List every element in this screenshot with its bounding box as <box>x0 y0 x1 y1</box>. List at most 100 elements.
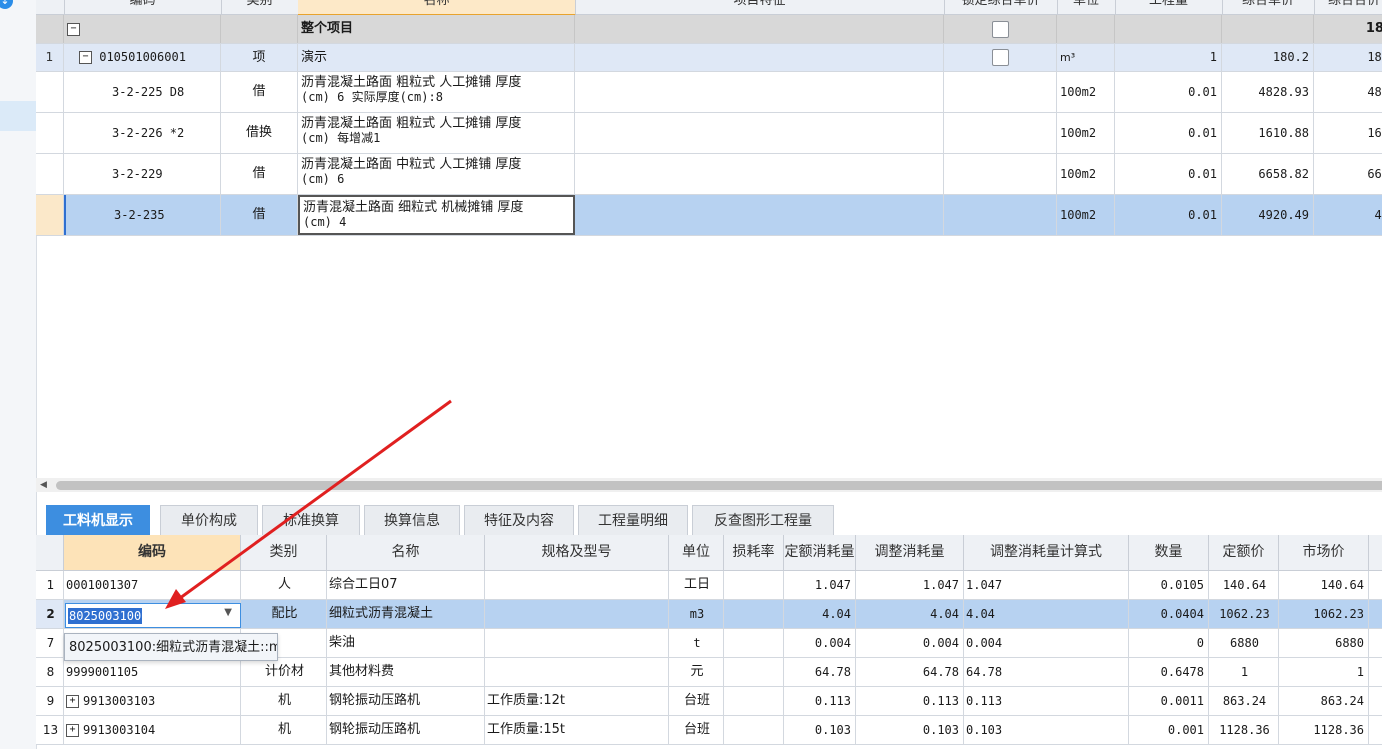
table-row[interactable]: 3-2-226 *2 借换 沥青混凝土路面 粗粒式 人工摊铺 厚度 (cm) 每增… <box>36 113 1382 154</box>
resource-code[interactable]: +9913003104 <box>64 716 241 744</box>
header-type[interactable]: 类别 <box>221 0 299 14</box>
item-qty[interactable]: 0.01 <box>1115 154 1222 194</box>
table-row[interactable]: 9 +9913003103 机 钢轮振动压路机 工作质量:12t 台班 0.11… <box>36 687 1382 716</box>
scroll-left-icon[interactable]: ◀ <box>40 480 47 490</box>
header-unit-price[interactable]: 综合单价 <box>1222 0 1315 14</box>
resource-unit[interactable]: 元 <box>669 658 724 686</box>
header-type[interactable]: 类别 <box>241 535 327 570</box>
resource-loss-rate[interactable] <box>724 716 784 744</box>
table-row[interactable]: 13 +9913003104 机 钢轮振动压路机 工作质量:15t 台班 0.1… <box>36 716 1382 745</box>
header-qty[interactable]: 工程量 <box>1115 0 1223 14</box>
resource-loss-rate[interactable] <box>724 600 784 628</box>
tree-expand-icon[interactable]: + <box>66 695 79 708</box>
item-qty[interactable]: 0.01 <box>1115 195 1222 235</box>
item-code[interactable]: 3-2-235 <box>64 195 221 235</box>
resource-name[interactable]: 柴油 <box>327 629 485 657</box>
resource-unit[interactable]: 工日 <box>669 571 724 599</box>
item-code[interactable]: 3-2-226 *2 <box>64 113 221 153</box>
header-adjusted-consumption[interactable]: 调整消耗量 <box>856 535 964 570</box>
table-row[interactable]: 1 0001001307 人 综合工日07 工日 1.047 1.047 1.0… <box>36 571 1382 600</box>
resource-market-price[interactable]: 140.64 <box>1279 571 1369 599</box>
resource-spec[interactable] <box>485 629 669 657</box>
tab-reverse-graphic-quantity[interactable]: 反查图形工程量 <box>692 505 834 535</box>
tab-quantity-details[interactable]: 工程量明细 <box>578 505 688 535</box>
resource-unit[interactable]: m3 <box>669 600 724 628</box>
resource-spec[interactable]: 工作质量:12t <box>485 687 669 715</box>
horizontal-scrollbar[interactable]: ◀ <box>36 478 1382 492</box>
resource-code[interactable]: 9999001105 <box>64 658 241 686</box>
resource-formula[interactable]: 64.78 <box>964 658 1129 686</box>
item-code[interactable]: 3-2-229 <box>64 154 221 194</box>
header-feature[interactable]: 项目特征 <box>575 0 945 14</box>
lock-price-checkbox[interactable] <box>944 15 1057 43</box>
scrollbar-thumb[interactable] <box>56 481 1382 490</box>
item-name[interactable]: 沥青混凝土路面 粗粒式 人工摊铺 厚度 (cm) 6 实际厚度(cm):8 <box>298 72 575 112</box>
header-loss-rate[interactable]: 损耗率 <box>724 535 784 570</box>
whole-project-row[interactable]: − 整个项目 180 <box>36 15 1382 44</box>
tab-standard-conversion[interactable]: 标准换算 <box>262 505 360 535</box>
header-code[interactable]: 编码 <box>64 0 222 14</box>
header-name[interactable]: 名称 <box>298 0 576 16</box>
header-spec[interactable]: 规格及型号 <box>485 535 669 570</box>
resource-spec[interactable] <box>485 600 669 628</box>
item-name[interactable]: 沥青混凝土路面 粗粒式 人工摊铺 厚度 (cm) 每增减1 <box>298 113 575 153</box>
resource-formula[interactable]: 4.04 <box>964 600 1129 628</box>
item-name-editing[interactable]: 沥青混凝土路面 细粒式 机械摊铺 厚度 (cm) 4 <box>298 195 575 235</box>
resource-market-price[interactable]: 863.24 <box>1279 687 1369 715</box>
resource-type[interactable]: 机 <box>241 687 327 715</box>
sidebar-selected-item[interactable] <box>0 101 36 131</box>
resource-formula[interactable]: 1.047 <box>964 571 1129 599</box>
header-quota-price[interactable]: 定额价 <box>1209 535 1279 570</box>
resource-market-price[interactable]: 1 <box>1279 658 1369 686</box>
resource-code[interactable]: 0001001307 <box>64 571 241 599</box>
item-code[interactable]: 3-2-225 D8 <box>64 72 221 112</box>
header-total-price[interactable]: 综合合价 <box>1314 0 1382 14</box>
header-unit[interactable]: 单位 <box>669 535 724 570</box>
code-suggestion-item[interactable]: 8025003100:细粒式沥青混凝土::m3 <box>64 633 278 661</box>
header-lock-price[interactable]: 锁定综合单价 <box>944 0 1058 14</box>
header-name[interactable]: 名称 <box>327 535 485 570</box>
resource-adjusted[interactable]: 0.004 <box>856 629 964 657</box>
table-row[interactable]: 8 9999001105 计价材 其他材料费 元 64.78 64.78 64.… <box>36 658 1382 687</box>
resource-adjusted[interactable]: 4.04 <box>856 600 964 628</box>
resource-unit[interactable]: 台班 <box>669 716 724 744</box>
header-market-price[interactable]: 市场价 <box>1279 535 1369 570</box>
lock-price-checkbox[interactable] <box>944 44 1057 71</box>
resource-formula[interactable]: 0.004 <box>964 629 1129 657</box>
resource-loss-rate[interactable] <box>724 658 784 686</box>
resource-loss-rate[interactable] <box>724 629 784 657</box>
header-unit[interactable]: 单位 <box>1057 0 1116 14</box>
project-row[interactable]: 1 − 010501006001 项 演示 m³ 1 180.2 180 <box>36 44 1382 72</box>
resource-formula[interactable]: 0.103 <box>964 716 1129 744</box>
resource-spec[interactable] <box>485 658 669 686</box>
tab-conversion-info[interactable]: 换算信息 <box>364 505 460 535</box>
resource-name[interactable]: 其他材料费 <box>327 658 485 686</box>
resource-adjusted[interactable]: 0.103 <box>856 716 964 744</box>
resource-adjusted[interactable]: 64.78 <box>856 658 964 686</box>
resource-market-price[interactable]: 1128.36 <box>1279 716 1369 744</box>
tree-collapse-icon[interactable]: − <box>64 15 221 43</box>
resource-type[interactable]: 人 <box>241 571 327 599</box>
tree-collapse-icon[interactable]: − <box>79 51 92 64</box>
item-name[interactable]: 沥青混凝土路面 中粒式 人工摊铺 厚度 (cm) 6 <box>298 154 575 194</box>
header-quota-consumption[interactable]: 定额消耗量 <box>784 535 856 570</box>
tab-features-content[interactable]: 特征及内容 <box>464 505 574 535</box>
project-code[interactable]: − 010501006001 <box>64 44 221 71</box>
resource-loss-rate[interactable] <box>724 571 784 599</box>
resource-name[interactable]: 细粒式沥青混凝土 <box>327 600 485 628</box>
resource-name[interactable]: 钢轮振动压路机 <box>327 716 485 744</box>
project-name[interactable]: 演示 <box>298 44 575 71</box>
chevron-down-icon[interactable]: ▼ <box>224 607 232 618</box>
resource-type[interactable]: 配比 <box>241 600 327 628</box>
resource-name[interactable]: 综合工日07 <box>327 571 485 599</box>
resource-formula[interactable]: 0.113 <box>964 687 1129 715</box>
item-qty[interactable]: 0.01 <box>1115 113 1222 153</box>
resource-unit[interactable]: t <box>669 629 724 657</box>
resource-spec[interactable] <box>485 571 669 599</box>
download-icon[interactable]: ↓ <box>0 0 13 9</box>
resource-market-price[interactable]: 6880 <box>1279 629 1369 657</box>
project-qty[interactable]: 1 <box>1115 44 1222 71</box>
resource-type[interactable]: 计价材 <box>241 658 327 686</box>
resource-loss-rate[interactable] <box>724 687 784 715</box>
resource-adjusted[interactable]: 1.047 <box>856 571 964 599</box>
